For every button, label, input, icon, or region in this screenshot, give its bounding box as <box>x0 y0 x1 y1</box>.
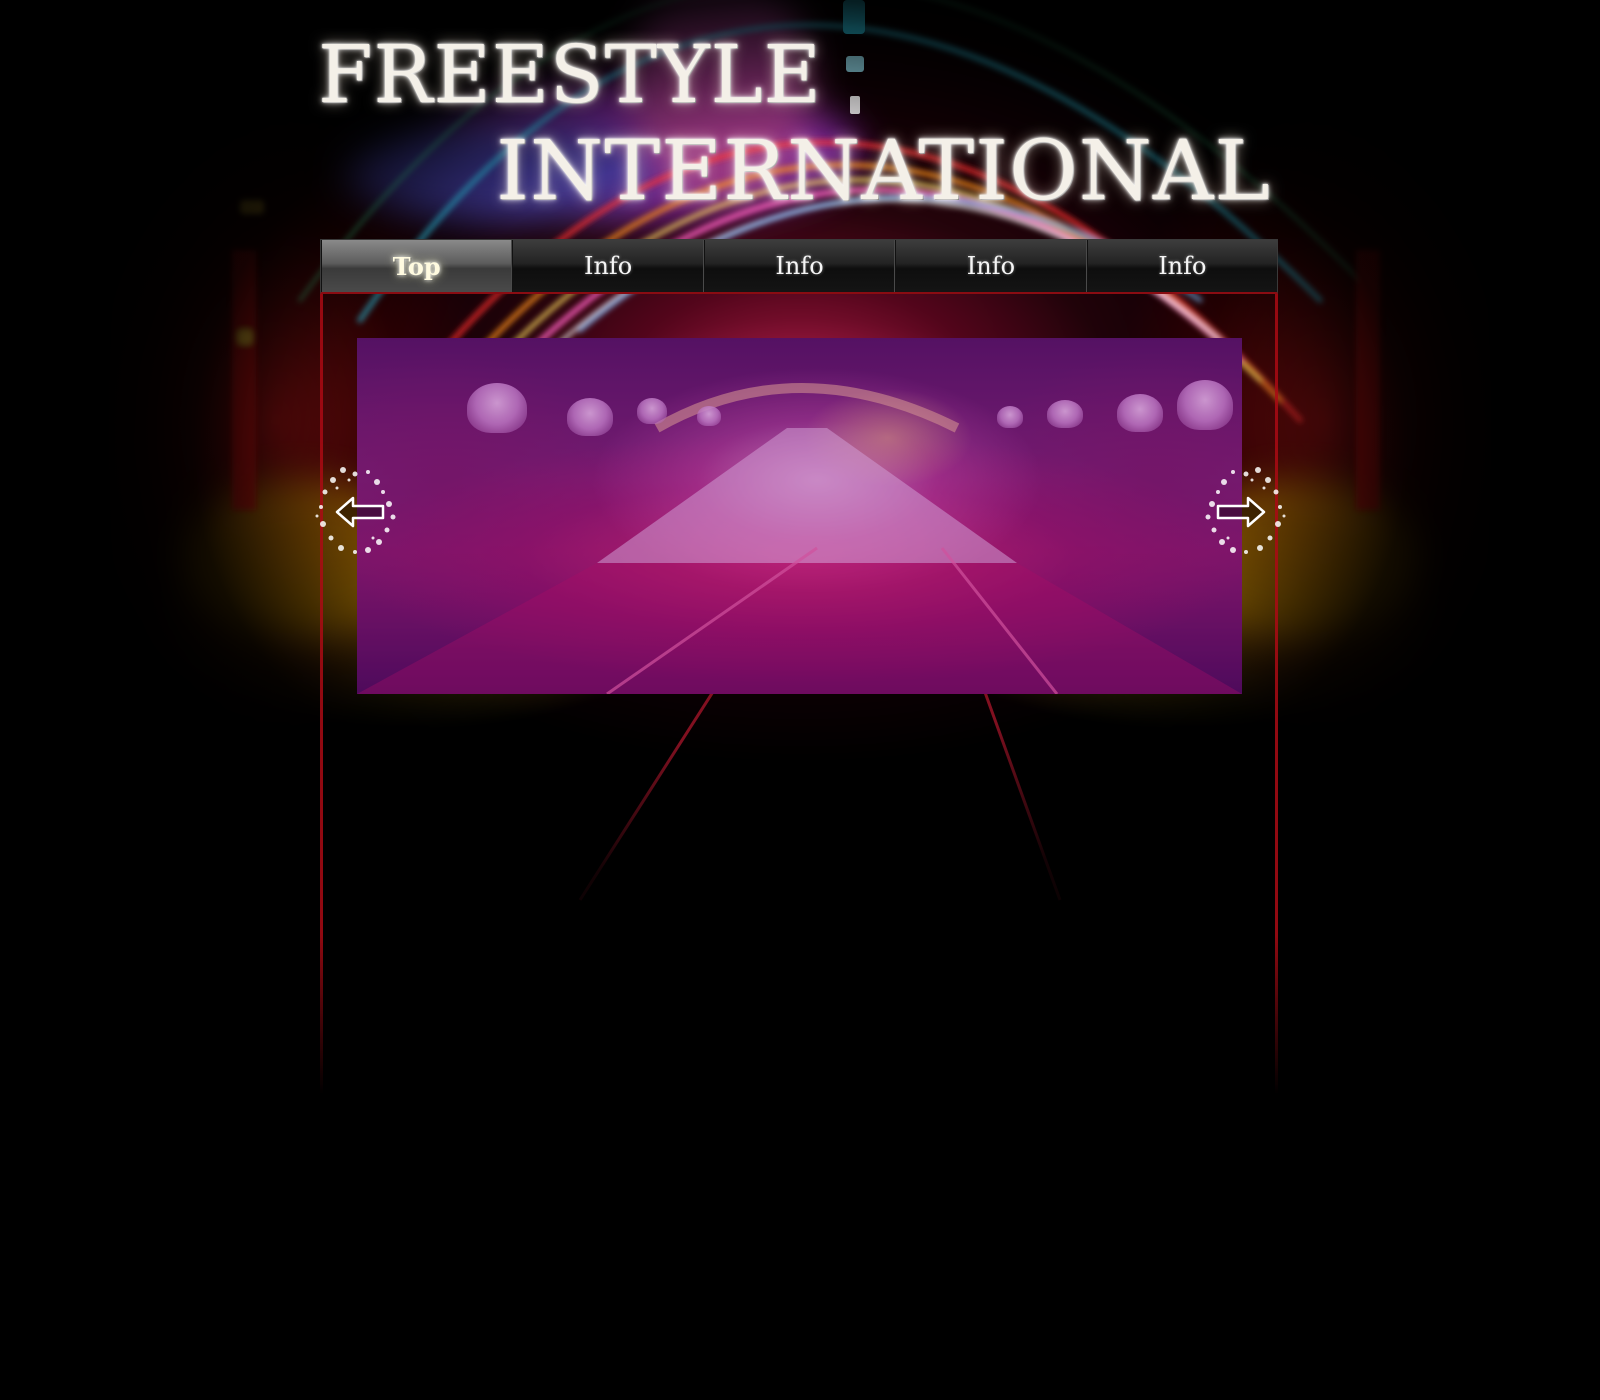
nav-item-top[interactable]: Top <box>321 240 513 292</box>
site-logo-line1[interactable]: FREESTYLE <box>318 30 822 120</box>
arrow-right-icon <box>1205 467 1286 554</box>
main-nav: Top Info Info Info Info <box>320 239 1278 294</box>
nav-item-info-1[interactable]: Info <box>512 240 704 292</box>
slideshow-prev-button[interactable] <box>313 462 413 562</box>
slide-tint <box>357 338 1242 694</box>
nav-item-info-4[interactable]: Info <box>1086 240 1278 292</box>
site-logo-line2[interactable]: INTERNATIONAL <box>496 126 1271 218</box>
slideshow-next-button[interactable] <box>1188 462 1288 562</box>
arrow-left-icon <box>315 467 396 554</box>
nav-item-info-2[interactable]: Info <box>703 240 896 292</box>
nav-item-info-3[interactable]: Info <box>895 240 1087 292</box>
slideshow-image <box>357 338 1242 694</box>
